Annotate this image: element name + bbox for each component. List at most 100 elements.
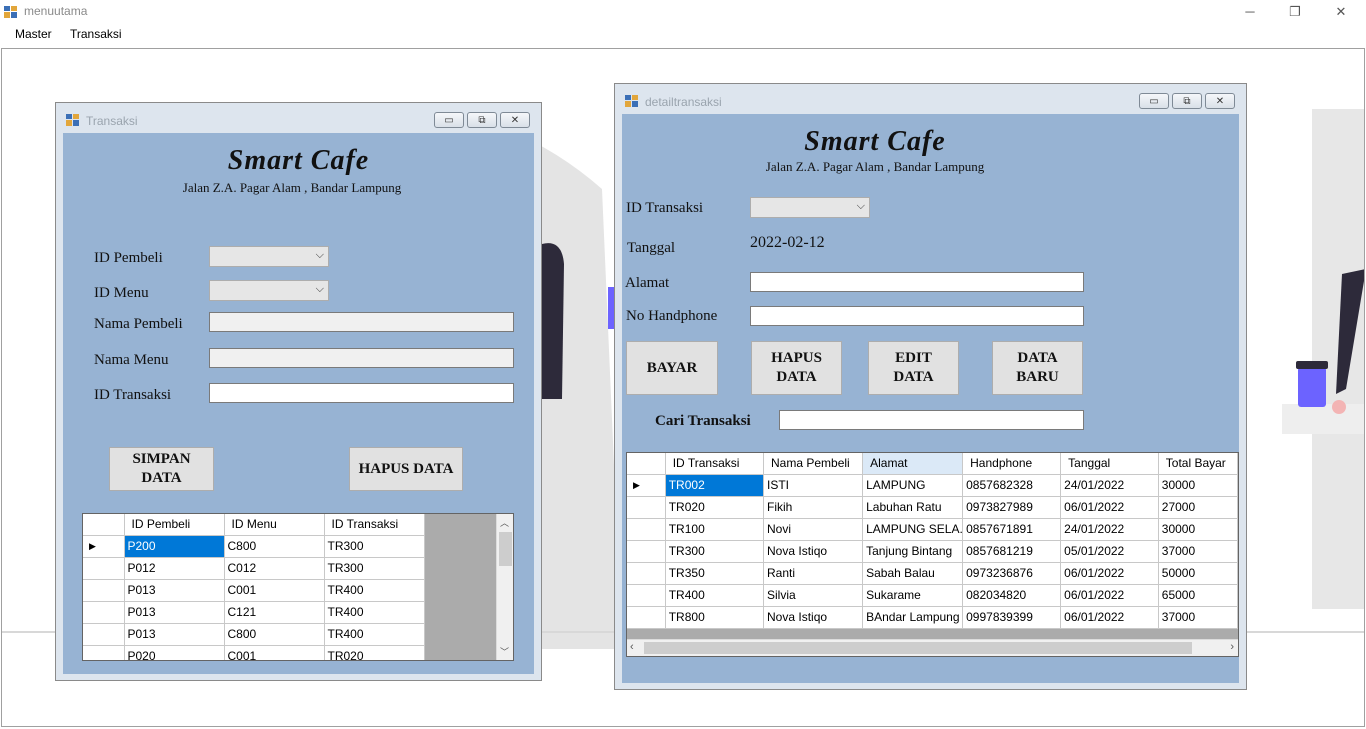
table-cell[interactable]: 0857671891 bbox=[962, 518, 1062, 541]
table-cell[interactable]: P020 bbox=[124, 645, 225, 660]
table-row[interactable]: TR020 Fikih Labuhan Ratu 0973827989 06/01/20… bbox=[627, 496, 1238, 519]
table-row[interactable]: P013 C121 TR400 bbox=[83, 601, 425, 624]
table-cell[interactable]: 37000 bbox=[1158, 606, 1238, 629]
column-header[interactable]: Total Bayar bbox=[1158, 453, 1238, 475]
scrollbar-thumb[interactable] bbox=[644, 642, 1192, 654]
table-cell[interactable]: 06/01/2022 bbox=[1060, 606, 1159, 629]
table-cell[interactable]: Silvia bbox=[763, 584, 864, 607]
table-cell[interactable]: 37000 bbox=[1158, 540, 1238, 563]
row-header[interactable] bbox=[83, 601, 125, 624]
table-cell[interactable]: TR002 bbox=[665, 474, 765, 497]
column-header[interactable]: Nama Pembeli bbox=[763, 453, 864, 475]
table-cell[interactable]: P013 bbox=[124, 579, 225, 602]
table-cell[interactable]: Labuhan Ratu bbox=[862, 496, 964, 519]
table-cell[interactable]: Fikih bbox=[763, 496, 864, 519]
table-cell[interactable]: P013 bbox=[124, 623, 225, 646]
table-cell[interactable]: P013 bbox=[124, 601, 225, 624]
row-header[interactable] bbox=[627, 562, 666, 585]
cari-transaksi-field[interactable] bbox=[779, 410, 1084, 430]
nama-pembeli-field[interactable] bbox=[209, 312, 514, 332]
menu-master[interactable]: Master bbox=[15, 27, 52, 41]
table-cell[interactable]: 65000 bbox=[1158, 584, 1238, 607]
table-row[interactable]: P013 C001 TR400 bbox=[83, 579, 425, 602]
table-cell[interactable]: TR800 bbox=[665, 606, 765, 629]
column-header[interactable]: Alamat bbox=[862, 453, 964, 475]
table-cell[interactable]: 0973827989 bbox=[962, 496, 1062, 519]
table-cell[interactable]: BAndar Lampung bbox=[862, 606, 964, 629]
row-header[interactable] bbox=[627, 606, 666, 629]
no-handphone-field[interactable] bbox=[750, 306, 1084, 326]
table-cell[interactable]: 24/01/2022 bbox=[1060, 518, 1159, 541]
horizontal-scrollbar[interactable]: ‹ › bbox=[627, 639, 1238, 656]
table-cell[interactable]: TR400 bbox=[324, 579, 425, 602]
table-cell[interactable]: 082034820 bbox=[962, 584, 1062, 607]
nama-menu-field[interactable] bbox=[209, 348, 514, 368]
table-cell[interactable]: C001 bbox=[224, 645, 325, 660]
simpan-data-button[interactable]: SIMPAN DATA bbox=[109, 447, 214, 491]
table-row[interactable]: TR800 Nova Istiqo BAndar Lampung 0997839399… bbox=[627, 606, 1238, 629]
row-header[interactable] bbox=[83, 623, 125, 646]
table-cell[interactable]: 0973236876 bbox=[962, 562, 1062, 585]
id-menu-combo[interactable]: ⌵ bbox=[209, 280, 329, 301]
id-transaksi-combo[interactable]: ⌵ bbox=[750, 197, 870, 218]
column-header[interactable]: ID Transaksi bbox=[324, 514, 425, 536]
edit-data-button[interactable]: EDIT DATA bbox=[868, 341, 959, 395]
close-button[interactable]: ✕ bbox=[500, 112, 530, 128]
table-row[interactable]: TR350 Ranti Sabah Balau 0973236876 06/01/202… bbox=[627, 562, 1238, 585]
table-cell[interactable]: C800 bbox=[224, 623, 325, 646]
row-header[interactable] bbox=[83, 645, 125, 660]
table-cell[interactable]: Nova Istiqo bbox=[763, 606, 864, 629]
table-row[interactable]: P020 C001 TR020 bbox=[83, 645, 425, 660]
table-cell[interactable]: Nova Istiqo bbox=[763, 540, 864, 563]
menu-transaksi[interactable]: Transaksi bbox=[70, 27, 122, 41]
column-header[interactable]: Tanggal bbox=[1060, 453, 1159, 475]
table-cell[interactable]: C012 bbox=[224, 557, 325, 580]
table-cell[interactable]: Tanjung Bintang bbox=[862, 540, 964, 563]
id-pembeli-combo[interactable]: ⌵ bbox=[209, 246, 329, 267]
column-header[interactable]: ID Pembeli bbox=[124, 514, 225, 536]
scroll-up-icon[interactable]: ︿ bbox=[500, 516, 509, 529]
table-cell[interactable]: 0857681219 bbox=[962, 540, 1062, 563]
table-cell[interactable]: Ranti bbox=[763, 562, 864, 585]
table-cell[interactable]: 06/01/2022 bbox=[1060, 496, 1159, 519]
table-cell[interactable]: Novi bbox=[763, 518, 864, 541]
table-row[interactable]: ▶ TR002 ISTI LAMPUNG 0857682328 24/01/2022 300… bbox=[627, 474, 1238, 497]
table-cell[interactable]: 27000 bbox=[1158, 496, 1238, 519]
table-cell[interactable]: 06/01/2022 bbox=[1060, 584, 1159, 607]
close-button[interactable]: ✕ bbox=[1318, 0, 1364, 23]
minimize-button[interactable]: ▭ bbox=[434, 112, 464, 128]
table-cell[interactable]: TR400 bbox=[665, 584, 765, 607]
scroll-down-icon[interactable]: ﹀ bbox=[500, 645, 509, 658]
table-cell[interactable]: TR350 bbox=[665, 562, 765, 585]
table-cell[interactable]: 05/01/2022 bbox=[1060, 540, 1159, 563]
row-header[interactable] bbox=[627, 496, 666, 519]
table-cell[interactable]: TR020 bbox=[324, 645, 425, 660]
table-cell[interactable]: 24/01/2022 bbox=[1060, 474, 1159, 497]
table-cell[interactable]: P012 bbox=[124, 557, 225, 580]
column-header[interactable]: Handphone bbox=[962, 453, 1062, 475]
row-header[interactable] bbox=[83, 557, 125, 580]
table-row[interactable]: P013 C800 TR400 bbox=[83, 623, 425, 646]
minimize-button[interactable]: ▭ bbox=[1139, 93, 1169, 109]
table-cell[interactable]: LAMPUNG SELA... bbox=[862, 518, 964, 541]
table-cell[interactable]: Sukarame bbox=[862, 584, 964, 607]
minimize-button[interactable]: ─ bbox=[1227, 0, 1273, 23]
hapus-data-button[interactable]: HAPUS DATA bbox=[751, 341, 842, 395]
id-transaksi-field[interactable] bbox=[209, 383, 514, 403]
table-cell[interactable]: C800 bbox=[224, 535, 325, 558]
row-header[interactable] bbox=[627, 518, 666, 541]
column-header[interactable]: ID Menu bbox=[224, 514, 325, 536]
table-cell[interactable]: 0857682328 bbox=[962, 474, 1062, 497]
table-cell[interactable]: TR100 bbox=[665, 518, 765, 541]
table-cell[interactable]: Sabah Balau bbox=[862, 562, 964, 585]
table-cell[interactable]: TR300 bbox=[665, 540, 765, 563]
scroll-right-icon[interactable]: › bbox=[1230, 641, 1234, 653]
close-button[interactable]: ✕ bbox=[1205, 93, 1235, 109]
table-cell[interactable]: 30000 bbox=[1158, 474, 1238, 497]
row-header[interactable] bbox=[83, 579, 125, 602]
table-row[interactable]: TR300 Nova Istiqo Tanjung Bintang 085768121… bbox=[627, 540, 1238, 563]
scroll-left-icon[interactable]: ‹ bbox=[630, 641, 634, 653]
column-header[interactable]: ID Transaksi bbox=[665, 453, 765, 475]
table-cell[interactable]: ISTI bbox=[763, 474, 864, 497]
hapus-data-button[interactable]: HAPUS DATA bbox=[349, 447, 463, 491]
